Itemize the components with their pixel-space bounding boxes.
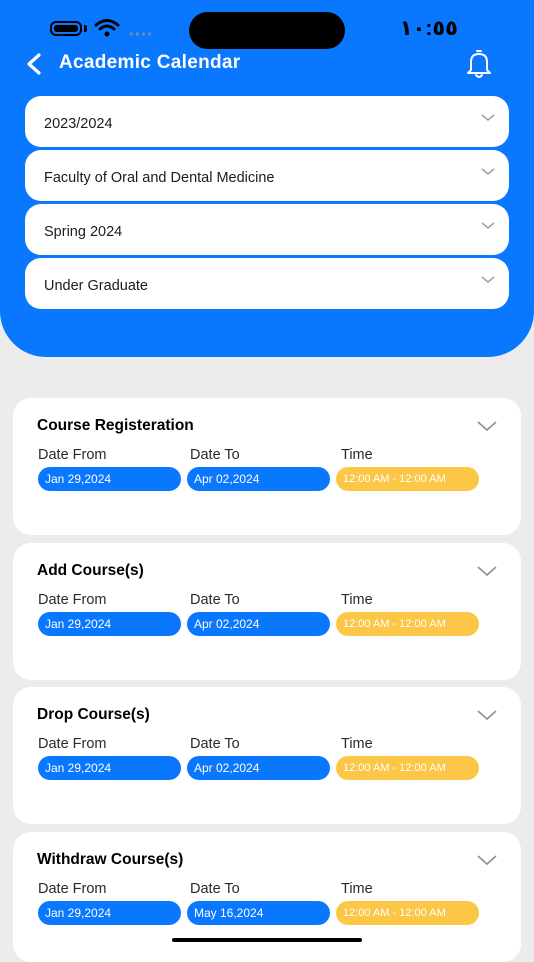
time-value: 12:00 AM - 12:00 AM bbox=[336, 756, 479, 780]
date-from-value: Jan 29,2024 bbox=[38, 612, 181, 636]
event-card-add-courses: Add Course(s) Date From Date To Time Jan… bbox=[13, 543, 521, 680]
date-to-label: Date To bbox=[190, 447, 240, 463]
time-label: Time bbox=[341, 736, 373, 752]
back-chevron-icon[interactable] bbox=[24, 52, 46, 76]
event-title: Course Registeration bbox=[37, 417, 194, 434]
level-value: Under Graduate bbox=[44, 278, 148, 294]
date-from-label: Date From bbox=[38, 736, 107, 752]
time-label: Time bbox=[341, 881, 373, 897]
date-from-label: Date From bbox=[38, 881, 107, 897]
cellular-signal-icon: •••• bbox=[129, 27, 154, 41]
battery-tip bbox=[84, 25, 87, 32]
time-value: 12:00 AM - 12:00 AM bbox=[336, 612, 479, 636]
date-to-value: May 16,2024 bbox=[187, 901, 330, 925]
status-time: ١٠:٥٥ bbox=[399, 17, 458, 40]
date-from-label: Date From bbox=[38, 447, 107, 463]
level-select[interactable]: Under Graduate bbox=[25, 258, 509, 309]
wifi-icon bbox=[94, 19, 120, 37]
academic-year-value: 2023/2024 bbox=[44, 116, 113, 132]
chevron-down-icon bbox=[481, 222, 495, 229]
semester-value: Spring 2024 bbox=[44, 224, 123, 240]
dynamic-island bbox=[189, 12, 345, 49]
chevron-down-icon bbox=[481, 276, 495, 283]
faculty-select[interactable]: Faculty of Oral and Dental Medicine bbox=[25, 150, 509, 201]
event-card-drop-courses: Drop Course(s) Date From Date To Time Ja… bbox=[13, 687, 521, 824]
date-from-value: Jan 29,2024 bbox=[38, 901, 181, 925]
event-title: Withdraw Course(s) bbox=[37, 851, 184, 868]
chevron-down-icon bbox=[481, 114, 495, 121]
date-to-value: Apr 02,2024 bbox=[187, 467, 330, 491]
faculty-value: Faculty of Oral and Dental Medicine bbox=[44, 170, 275, 186]
time-label: Time bbox=[341, 447, 373, 463]
battery-icon bbox=[50, 21, 82, 36]
chevron-down-icon[interactable] bbox=[477, 565, 497, 577]
event-card-course-registration: Course Registeration Date From Date To T… bbox=[13, 398, 521, 535]
time-value: 12:00 AM - 12:00 AM bbox=[336, 901, 479, 925]
chevron-down-icon[interactable] bbox=[477, 709, 497, 721]
event-title: Add Course(s) bbox=[37, 562, 144, 579]
event-title: Drop Course(s) bbox=[37, 706, 150, 723]
date-to-value: Apr 02,2024 bbox=[187, 756, 330, 780]
semester-select[interactable]: Spring 2024 bbox=[25, 204, 509, 255]
home-indicator[interactable] bbox=[172, 938, 362, 942]
date-to-label: Date To bbox=[190, 881, 240, 897]
date-to-value: Apr 02,2024 bbox=[187, 612, 330, 636]
date-to-label: Date To bbox=[190, 592, 240, 608]
date-to-label: Date To bbox=[190, 736, 240, 752]
time-label: Time bbox=[341, 592, 373, 608]
event-card-withdraw-courses: Withdraw Course(s) Date From Date To Tim… bbox=[13, 832, 521, 962]
chevron-down-icon bbox=[481, 168, 495, 175]
date-from-label: Date From bbox=[38, 592, 107, 608]
time-value: 12:00 AM - 12:00 AM bbox=[336, 467, 479, 491]
date-from-value: Jan 29,2024 bbox=[38, 467, 181, 491]
chevron-down-icon[interactable] bbox=[477, 420, 497, 432]
academic-year-select[interactable]: 2023/2024 bbox=[25, 96, 509, 147]
bell-icon[interactable] bbox=[464, 48, 494, 80]
date-from-value: Jan 29,2024 bbox=[38, 756, 181, 780]
chevron-down-icon[interactable] bbox=[477, 854, 497, 866]
page-title: Academic Calendar bbox=[59, 52, 241, 73]
